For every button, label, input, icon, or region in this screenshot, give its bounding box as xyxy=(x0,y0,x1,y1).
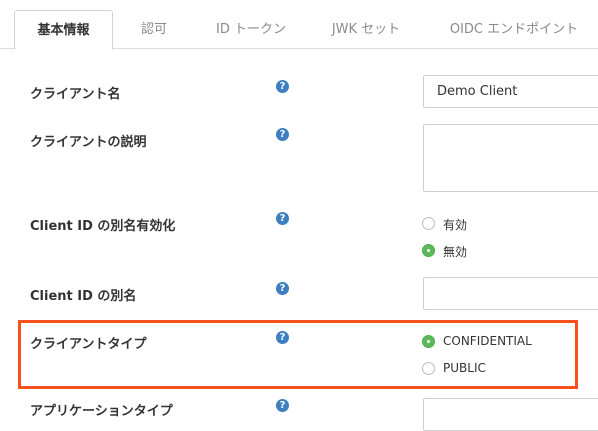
client-type-radio-public[interactable] xyxy=(422,362,435,375)
tab-id-token[interactable]: ID トークン xyxy=(196,10,306,49)
client-name-label: クライアント名 xyxy=(30,87,121,102)
highlight-box xyxy=(18,320,578,389)
alias-enabled-option-label: 無効 xyxy=(443,245,468,259)
alias-enabled-label: Client ID の別名有効化 xyxy=(30,219,176,234)
client-description-help-icon[interactable]: ? xyxy=(276,128,289,141)
application-type-label: アプリケーションタイプ xyxy=(30,404,173,419)
alias-help-icon[interactable]: ? xyxy=(276,282,289,295)
application-type-select[interactable] xyxy=(423,398,598,431)
client-type-option-label: CONFIDENTIAL xyxy=(443,334,532,348)
client-description-label: クライアントの説明 xyxy=(30,135,147,150)
client-name-help-icon[interactable]: ? xyxy=(276,80,289,93)
client-type-radio-confidential[interactable] xyxy=(422,335,435,348)
alias-input[interactable] xyxy=(423,277,598,310)
client-name-input[interactable] xyxy=(423,75,598,108)
alias-enabled-option-label: 有効 xyxy=(443,218,468,232)
application-type-help-icon[interactable]: ? xyxy=(276,399,289,412)
alias-enabled-help-icon[interactable]: ? xyxy=(276,212,289,225)
tab-oidc-endpoints[interactable]: OIDC エンドポイント xyxy=(430,10,598,49)
tab-jwk-set[interactable]: JWK セット xyxy=(316,10,416,49)
alias-label: Client ID の別名 xyxy=(30,289,137,304)
client-type-label: クライアントタイプ xyxy=(30,337,147,352)
tab-bar: 基本情報 認可 ID トークン JWK セット OIDC エンドポイント xyxy=(0,0,598,50)
tab-authorization[interactable]: 認可 xyxy=(118,10,190,49)
client-description-textarea[interactable] xyxy=(423,124,598,192)
client-type-help-icon[interactable]: ? xyxy=(276,331,289,344)
client-type-option-label: PUBLIC xyxy=(443,361,486,375)
tab-basic-info[interactable]: 基本情報 xyxy=(14,10,113,50)
alias-enabled-radio-enabled[interactable] xyxy=(422,217,435,230)
alias-enabled-radio-disabled[interactable] xyxy=(422,244,435,257)
